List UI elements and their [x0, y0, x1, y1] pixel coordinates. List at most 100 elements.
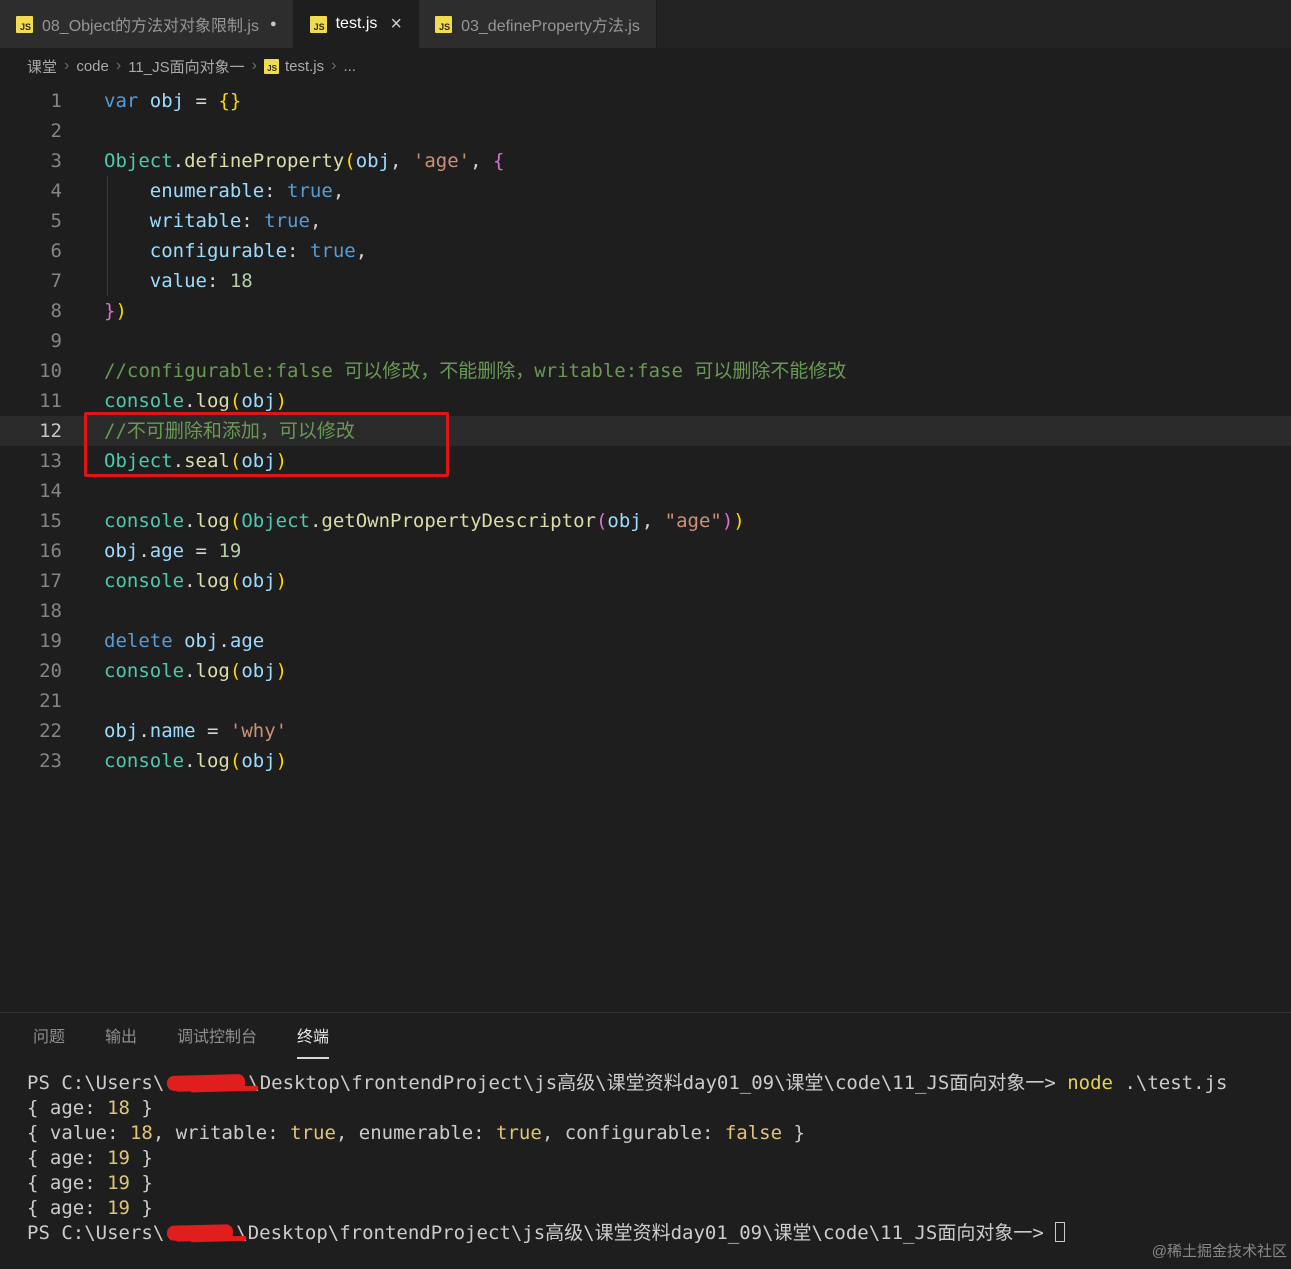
code-token: Object — [241, 510, 310, 532]
code-token: console — [104, 570, 185, 592]
chevron-right-icon: › — [115, 57, 122, 74]
code-token: console — [104, 510, 185, 532]
code-token: ) — [275, 570, 288, 592]
code-token: ) — [275, 390, 288, 412]
code-token: obj — [355, 150, 391, 172]
code-token: console — [104, 750, 185, 772]
code-token: . — [138, 720, 150, 742]
line-content — [62, 116, 104, 146]
code-token: 'why' — [229, 720, 288, 742]
code-line[interactable]: 1 var obj = {} — [0, 86, 1291, 116]
code-token: ) — [721, 510, 734, 532]
terminal-line: { age: 19 } — [27, 1146, 1291, 1171]
line-content: console.log(Object.getOwnPropertyDescrip… — [62, 506, 745, 536]
code-line[interactable]: 12 //不可删除和添加，可以修改 — [0, 416, 1291, 446]
close-icon[interactable]: × — [390, 14, 402, 34]
code-line[interactable]: 5 writable: true, — [0, 206, 1291, 236]
breadcrumb-item[interactable]: JS test.js — [263, 58, 324, 75]
line-number: 18 — [39, 600, 62, 622]
breadcrumb-item[interactable]: 11_JS面向对象一 — [128, 56, 244, 77]
code-token: ) — [115, 300, 127, 322]
code-token: , — [470, 150, 494, 172]
code-token: enumerable — [149, 180, 265, 202]
line-content: }) — [62, 296, 127, 326]
code-line[interactable]: 6 configurable: true, — [0, 236, 1291, 266]
breadcrumb-item[interactable]: code — [76, 58, 109, 75]
terminal-line: PS C:\Users\ \Desktop\frontendProject\js高… — [27, 1071, 1291, 1096]
code-line[interactable]: 2 — [0, 116, 1291, 146]
terminal-token: { age: — [27, 1147, 108, 1169]
breadcrumb-item[interactable]: ... — [343, 58, 356, 75]
code-token: obj — [241, 660, 276, 682]
code-line[interactable]: 19 delete obj.age — [0, 626, 1291, 656]
code-editor[interactable]: 1 var obj = {} 2 3 Object.defineProperty(obj… — [0, 84, 1291, 1012]
code-token: true — [287, 180, 333, 202]
code-line[interactable]: 16 obj.age = 19 — [0, 536, 1291, 566]
line-number: 20 — [39, 660, 62, 682]
code-line[interactable]: 11 console.log(obj) — [0, 386, 1291, 416]
code-token: Object — [104, 150, 173, 172]
panel-tab-输出[interactable]: 输出 — [105, 1013, 137, 1059]
code-line[interactable]: 18 — [0, 596, 1291, 626]
editor-tab-2[interactable]: JS test.js × — [293, 0, 420, 48]
terminal-token: } — [782, 1122, 805, 1144]
line-content — [62, 476, 104, 506]
code-token: {} — [218, 90, 242, 112]
code-token: ) — [733, 510, 745, 532]
code-line[interactable]: 21 — [0, 686, 1291, 716]
code-line[interactable]: 15 console.log(Object.getOwnPropertyDescr… — [0, 506, 1291, 536]
line-number: 2 — [50, 120, 62, 142]
panel-tab-问题[interactable]: 问题 — [33, 1013, 65, 1059]
code-token: 19 — [218, 540, 242, 562]
panel-tab-调试控制台[interactable]: 调试控制台 — [177, 1013, 257, 1059]
code-token: ) — [275, 750, 288, 772]
code-line[interactable]: 22 obj.name = 'why' — [0, 716, 1291, 746]
code-token: true — [264, 210, 310, 232]
terminal-line: PS C:\Users\ \Desktop\frontendProject\js高… — [27, 1221, 1291, 1246]
panel-tab-终端[interactable]: 终端 — [297, 1013, 330, 1059]
code-token: console — [104, 660, 185, 682]
editor-tab-1[interactable]: JS 08_Object的方法对对象限制.js ● — [0, 0, 294, 48]
code-token: . — [184, 510, 196, 532]
code-token: . — [172, 150, 185, 172]
line-number: 16 — [39, 540, 62, 562]
breadcrumb-item[interactable]: 课堂 — [27, 56, 57, 77]
code-line[interactable]: 4 enumerable: true, — [0, 176, 1291, 206]
js-file-icon: JS — [435, 15, 453, 33]
terminal-token: node — [1067, 1072, 1113, 1094]
code-token: . — [184, 570, 196, 592]
editor-lines: 1 var obj = {} 2 3 Object.defineProperty(obj… — [0, 84, 1291, 776]
code-token: = — [184, 540, 219, 562]
indent-guide — [107, 176, 108, 296]
line-content: console.log(obj) — [62, 746, 287, 776]
breadcrumb-label: code — [76, 57, 109, 75]
code-line[interactable]: 10 //configurable:false 可以修改，不能删除，writabl… — [0, 356, 1291, 386]
code-line[interactable]: 7 value: 18 — [0, 266, 1291, 296]
editor-tab-3[interactable]: JS 03_defineProperty方法.js — [419, 0, 657, 48]
code-line[interactable]: 3 Object.defineProperty(obj, 'age', { — [0, 146, 1291, 176]
js-file-icon: JS — [16, 15, 33, 33]
terminal-output[interactable]: PS C:\Users\ \Desktop\frontendProject\js高… — [0, 1059, 1291, 1246]
code-token: = — [184, 90, 219, 112]
line-number: 10 — [39, 360, 62, 382]
line-content: enumerable: true, — [62, 176, 345, 206]
code-line[interactable]: 14 — [0, 476, 1291, 506]
terminal-token: } — [129, 1172, 153, 1194]
code-line[interactable]: 8}) — [0, 296, 1291, 326]
code-token: console — [104, 390, 185, 412]
code-line[interactable]: 17 console.log(obj) — [0, 566, 1291, 596]
terminal-token: false — [724, 1122, 783, 1144]
code-token: ( — [595, 510, 608, 532]
code-token: delete — [104, 630, 173, 652]
code-line[interactable]: 13 Object.seal(obj) — [0, 446, 1291, 476]
line-number: 23 — [39, 750, 62, 772]
code-line[interactable]: 9 — [0, 326, 1291, 356]
code-token: age — [149, 540, 185, 562]
code-token: ( — [229, 510, 242, 532]
code-line[interactable]: 23 console.log(obj) — [0, 746, 1291, 776]
line-number: 14 — [39, 480, 62, 502]
code-line[interactable]: 20 console.log(obj) — [0, 656, 1291, 686]
code-token: ( — [229, 660, 242, 682]
